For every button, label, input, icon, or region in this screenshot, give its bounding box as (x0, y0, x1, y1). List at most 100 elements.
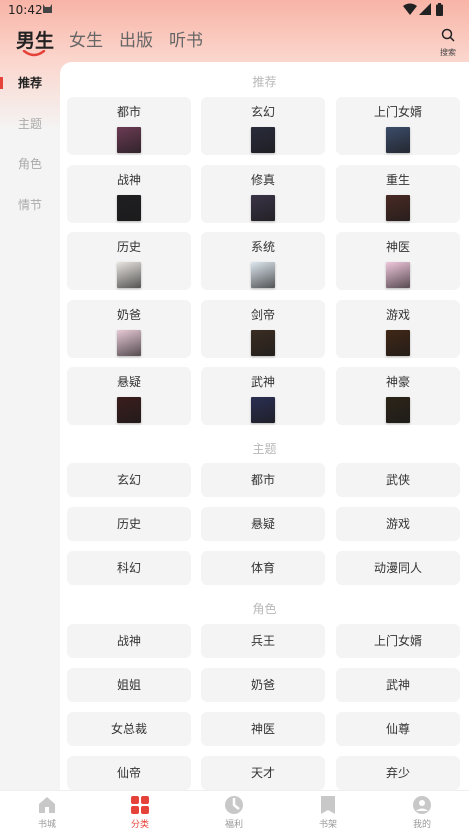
tab-male[interactable]: 男生 (16, 26, 55, 57)
role-card[interactable]: 仙帝 (67, 756, 191, 790)
sidebar-item-role[interactable]: 角色 (0, 152, 60, 176)
category-name: 神豪 (385, 375, 410, 389)
theme-card[interactable]: 玄幻 (67, 463, 191, 497)
category-name: 修真 (250, 172, 275, 187)
role-card[interactable]: 弃少 (336, 756, 460, 790)
role-card[interactable]: 上门女婿 (336, 624, 460, 658)
theme-card[interactable]: 游戏 (336, 507, 460, 541)
recommend-card[interactable]: 游戏 (336, 299, 460, 358)
category-name: 悬疑 (250, 517, 275, 531)
category-name: 奶爸 (116, 307, 141, 322)
book-cover-image (251, 329, 275, 356)
category-name: 武侠 (385, 473, 410, 487)
recommend-card[interactable]: 剑帝 (201, 299, 325, 358)
category-name: 仙帝 (116, 766, 141, 780)
search-button[interactable]: 搜索 (436, 27, 460, 57)
status-icons (403, 3, 443, 17)
recommend-card[interactable]: 神豪 (336, 367, 460, 425)
recommend-card[interactable]: 历史 (67, 232, 191, 290)
recommend-card[interactable]: 武神 (201, 367, 325, 425)
category-name: 悬疑 (116, 375, 141, 389)
recommend-card[interactable]: 重生 (336, 164, 460, 223)
status-time: 10:42 (8, 3, 43, 17)
category-sidebar: 推荐 主题 角色 情节 (0, 62, 60, 792)
recommend-card[interactable]: 系统 (201, 232, 325, 290)
category-name: 游戏 (385, 517, 410, 531)
nav-bookshelf-label: 书架 (318, 820, 337, 830)
category-name: 武神 (385, 678, 410, 692)
theme-card[interactable]: 科幻 (67, 551, 191, 585)
book-cover-image (386, 262, 410, 288)
nav-mine[interactable]: 我的 (392, 795, 452, 830)
category-name: 历史 (116, 240, 141, 254)
recommend-card[interactable]: 神医 (336, 232, 460, 290)
category-name: 女总裁 (110, 722, 147, 736)
recommend-card[interactable]: 都市 (67, 97, 191, 155)
book-cover-image (251, 397, 275, 423)
theme-card[interactable]: 悬疑 (201, 507, 325, 541)
category-name: 上门女婿 (373, 634, 422, 648)
category-name: 系统 (250, 240, 275, 254)
category-name: 战神 (116, 172, 141, 187)
category-name: 上门女婿 (373, 105, 422, 119)
bookshelf-icon (321, 796, 335, 814)
tab-female[interactable]: 女生 (69, 26, 103, 51)
section-title-recommend: 推荐 (252, 75, 277, 89)
role-card[interactable]: 战神 (67, 624, 191, 658)
sidebar-item-plot[interactable]: 情节 (0, 193, 60, 217)
theme-card[interactable]: 动漫同人 (336, 551, 460, 585)
category-name: 姐姐 (116, 678, 141, 692)
book-cover-image (117, 397, 141, 423)
recommend-card[interactable]: 悬疑 (67, 367, 191, 425)
category-name: 体育 (250, 561, 275, 575)
role-card[interactable]: 姐姐 (67, 668, 191, 702)
category-name: 天才 (250, 766, 275, 780)
wifi-icon (403, 3, 417, 15)
recommend-card[interactable]: 玄幻 (201, 97, 325, 155)
role-card[interactable]: 女总裁 (67, 712, 191, 746)
book-cover-image (386, 194, 410, 221)
nav-welfare[interactable]: 福利 (204, 795, 264, 830)
nav-category-label: 分类 (130, 820, 149, 830)
role-card[interactable]: 天才 (201, 756, 325, 790)
category-name: 兵王 (250, 634, 275, 648)
category-name: 动漫同人 (373, 561, 422, 575)
category-name: 游戏 (385, 307, 410, 322)
theme-card[interactable]: 体育 (201, 551, 325, 585)
nav-bookstore[interactable]: 书城 (17, 795, 77, 830)
recommend-card[interactable]: 奶爸 (67, 299, 191, 358)
book-cover-image (386, 329, 410, 356)
bottom-nav: 书城 分类 福利 书架 我的 (0, 790, 469, 834)
recommend-card[interactable]: 战神 (67, 164, 191, 223)
theme-card[interactable]: 武侠 (336, 463, 460, 497)
category-name: 奶爸 (250, 678, 275, 692)
category-name: 武神 (250, 375, 275, 389)
category-name: 神医 (385, 240, 410, 254)
home-icon (39, 797, 55, 813)
role-card[interactable]: 神医 (201, 712, 325, 746)
sidebar-item-recommend[interactable]: 推荐 (0, 71, 60, 95)
book-cover-image (117, 194, 141, 221)
battery-icon (436, 3, 443, 16)
tab-publish[interactable]: 出版 (119, 26, 153, 51)
category-name: 重生 (385, 172, 410, 187)
search-icon (441, 28, 455, 42)
book-cover-image (251, 262, 275, 288)
recommend-card[interactable]: 上门女婿 (336, 97, 460, 155)
recommend-card[interactable]: 修真 (201, 164, 325, 223)
sidebar-item-theme[interactable]: 主题 (0, 112, 60, 136)
tab-audio[interactable]: 听书 (169, 26, 203, 51)
tab-male-label: 男生 (16, 30, 55, 52)
category-name: 仙尊 (385, 722, 410, 736)
category-name: 神医 (250, 722, 275, 736)
theme-card[interactable]: 历史 (67, 507, 191, 541)
section-title-theme: 主题 (252, 442, 277, 456)
role-card[interactable]: 武神 (336, 668, 460, 702)
role-card[interactable]: 仙尊 (336, 712, 460, 746)
category-name: 都市 (250, 473, 275, 487)
role-card[interactable]: 奶爸 (201, 668, 325, 702)
nav-bookshelf[interactable]: 书架 (298, 795, 358, 830)
nav-category[interactable]: 分类 (110, 795, 170, 830)
role-card[interactable]: 兵王 (201, 624, 325, 658)
theme-card[interactable]: 都市 (201, 463, 325, 497)
